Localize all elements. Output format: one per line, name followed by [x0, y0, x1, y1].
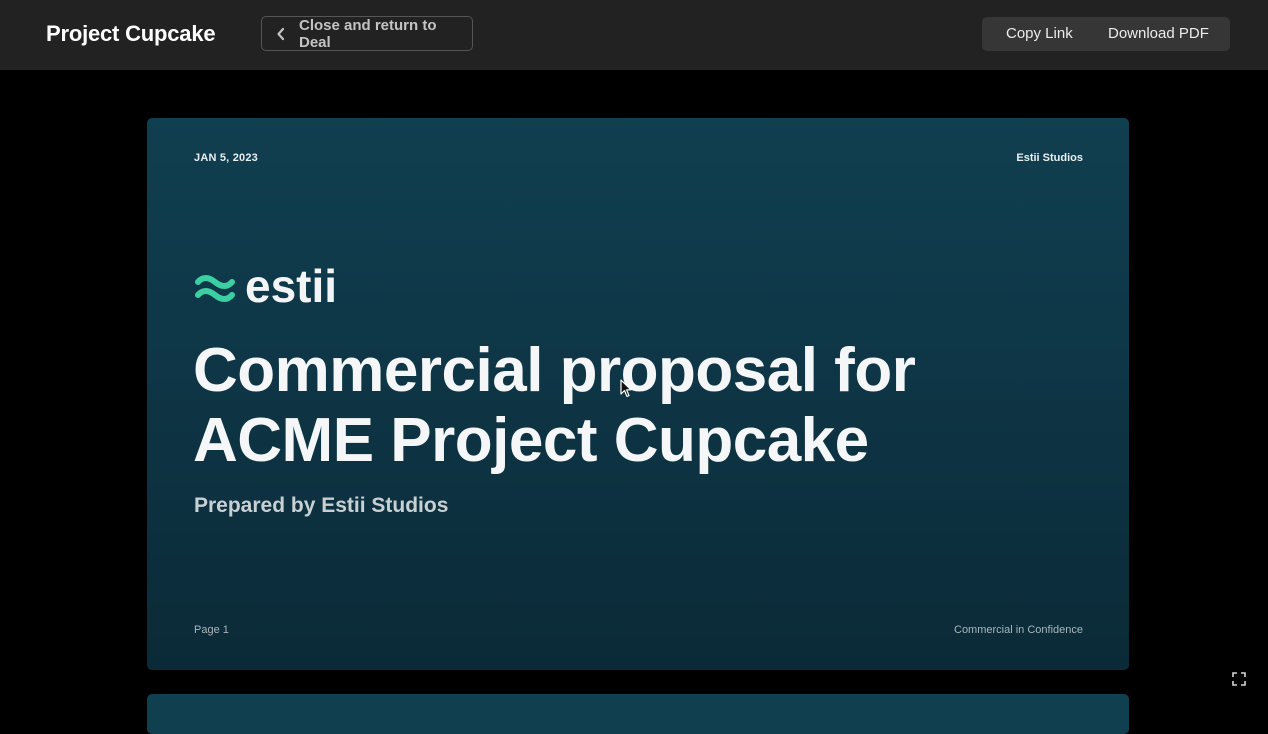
page-number: Page 1	[194, 624, 229, 636]
close-and-return-button[interactable]: Close and return to Deal	[261, 16, 473, 51]
proposal-slide-1: JAN 5, 2023 Estii Studios estii Commerci…	[147, 118, 1129, 670]
chevron-left-icon	[276, 26, 286, 42]
page-title: Project Cupcake	[46, 21, 216, 46]
slide-date: JAN 5, 2023	[194, 152, 258, 164]
headline-line-2: ACME Project Cupcake	[193, 406, 869, 475]
slide-subtitle: Prepared by Estii Studios	[194, 494, 449, 517]
fullscreen-icon[interactable]	[1231, 671, 1247, 687]
headline-line-1: Commercial proposal for	[193, 336, 916, 405]
close-and-return-label: Close and return to Deal	[299, 16, 437, 51]
estii-logo: estii	[195, 260, 338, 313]
proposal-slide-2	[147, 694, 1129, 734]
slide-headline: Commercial proposal for ACME Project Cup…	[193, 336, 1073, 476]
share-button-group: Copy Link Download PDF	[982, 17, 1230, 51]
top-bar: Project Cupcake Close and return to Deal…	[0, 0, 1268, 70]
download-pdf-button[interactable]: Download PDF	[1092, 17, 1209, 51]
estii-wave-logo-icon	[195, 275, 235, 302]
copy-link-button[interactable]: Copy Link	[982, 17, 1092, 51]
confidentiality-note: Commercial in Confidence	[954, 624, 1083, 636]
slide-company-name: Estii Studios	[1016, 152, 1083, 164]
mouse-cursor-icon	[620, 379, 632, 398]
logo-text: estii	[245, 260, 338, 312]
